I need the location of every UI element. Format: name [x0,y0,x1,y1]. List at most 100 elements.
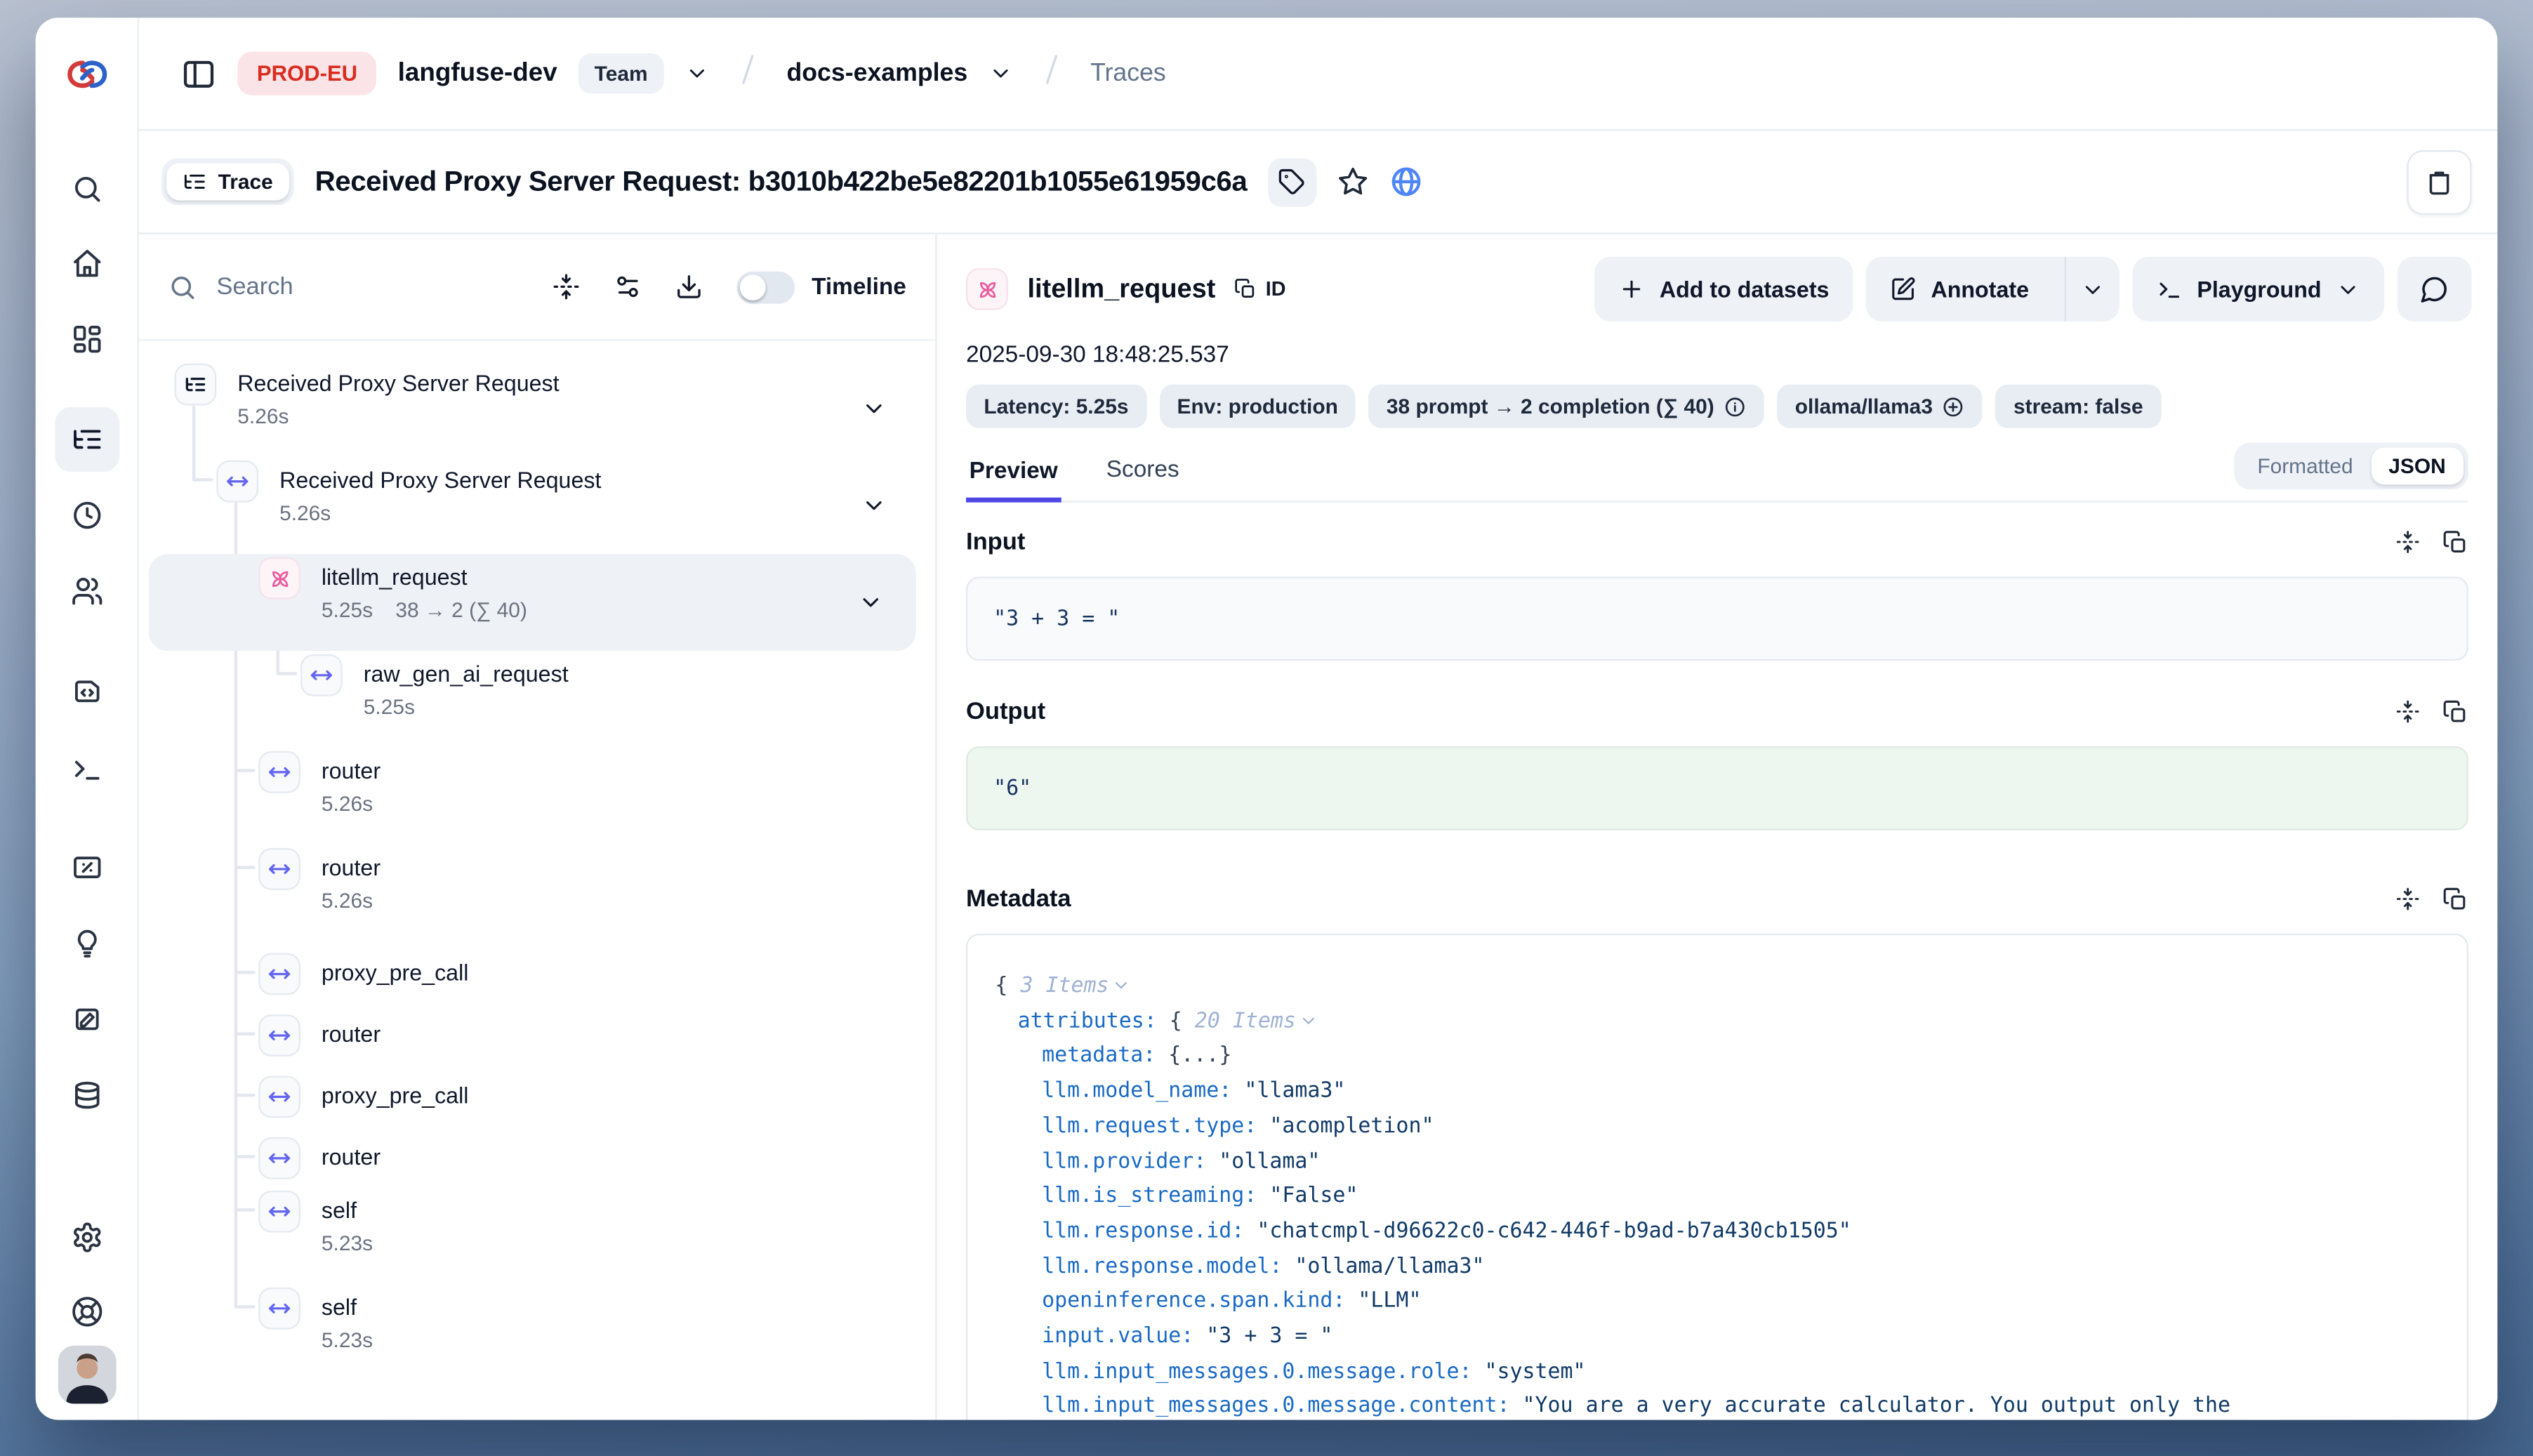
observation-badges: Latency: 5.25s Env: production 38 prompt… [937,369,2498,428]
sidebar-item-evaluators[interactable] [59,916,114,971]
fold-vertical-icon[interactable] [2395,699,2420,724]
format-formatted-option[interactable]: Formatted [2240,447,2371,484]
copy-id-button[interactable]: ID [1235,278,1285,300]
copy-icon[interactable] [2442,886,2468,912]
annotate-dropdown-button[interactable] [2065,257,2119,322]
project-name[interactable]: docs-examples [786,59,967,88]
section-name[interactable]: Traces [1090,59,1166,88]
sidebar-item-dashboards[interactable] [59,312,114,366]
tab-scores[interactable]: Scores [1103,447,1182,501]
tree-search[interactable] [168,272,410,303]
delete-trace-button[interactable] [2407,150,2472,214]
tree-row-trace-root[interactable]: Received Proxy Server Request5.26s [139,360,935,457]
format-toggle: Formatted JSON [2235,442,2468,489]
timeline-toggle[interactable] [737,270,795,303]
fold-vertical-icon[interactable] [2395,887,2420,911]
org-switcher[interactable] [685,61,710,86]
sidebar-item-users[interactable] [59,564,114,618]
collapse-all-button[interactable] [553,273,581,300]
span-icon [258,1014,300,1057]
playground-button[interactable]: Playground [2132,257,2384,322]
output-value: "6" [966,746,2468,830]
sidebar-item-settings[interactable] [59,1210,114,1264]
user-avatar[interactable] [58,1346,116,1404]
sidebar-item-annotation[interactable] [59,992,114,1047]
row-duration: 5.25s [322,596,373,625]
chevron-down-icon[interactable] [861,493,887,519]
tree-row-span[interactable]: router [139,1003,935,1064]
tree-row-span[interactable]: router5.26s [139,845,935,941]
tree-row-span[interactable]: proxy_pre_call [139,1064,935,1125]
tree-row-span[interactable]: router [139,1126,935,1187]
sidebar-item-search[interactable] [59,161,114,216]
chevron-down-icon [2081,277,2105,302]
org-logo[interactable] [36,18,138,131]
breadcrumb: PROD-EU langfuse-dev Team docs-examples … [139,18,2497,131]
trace-tree-panel: Timeline Received Proxy Server Request5.… [139,234,937,1420]
span-icon [258,1191,300,1233]
sidebar-item-scores[interactable] [59,840,114,895]
row-label: router [322,755,381,787]
chevron-down-icon[interactable] [858,590,884,616]
search-icon [70,173,102,205]
tree-row-span[interactable]: self5.23s [139,1284,935,1381]
latency-badge: Latency: 5.25s [966,385,1146,428]
sidebar-item-prompts[interactable] [59,664,114,719]
span-icon [258,1137,300,1179]
bookmark-button[interactable] [1337,166,1368,197]
project-switcher[interactable] [988,61,1013,86]
sidebar-item-sessions[interactable] [59,488,114,543]
fold-vertical-icon[interactable] [2395,530,2420,555]
star-icon [1337,166,1368,197]
row-duration: 5.26s [237,402,289,431]
json-line: llm.request.type: "acompletion" [991,1109,2445,1144]
span-icon [300,654,343,696]
download-icon [676,273,703,300]
span-icon [258,953,300,995]
preview-content[interactable]: Input "3 + 3 = " Output "6" [937,503,2498,1420]
copy-icon[interactable] [2442,529,2468,555]
id-label: ID [1266,278,1286,300]
sidebar-item-home[interactable] [59,236,114,291]
span-icon [258,848,300,890]
download-button[interactable] [676,273,703,300]
add-to-datasets-button[interactable]: Add to datasets [1595,257,1853,322]
public-visibility-button[interactable] [1389,165,1423,199]
search-input[interactable] [213,272,411,303]
tree-row-litellm-request-selected[interactable]: litellm_request 5.25s 38 → 2 (∑ 40) [149,554,916,651]
org-name[interactable]: langfuse-dev [398,59,557,88]
tree-row-span[interactable]: router5.26s [139,748,935,845]
annotate-button[interactable]: Annotate [1866,257,2050,322]
tree-row-span[interactable]: Received Proxy Server Request5.26s [139,457,935,554]
plus-circle-icon[interactable] [1943,395,1965,418]
input-heading: Input [966,528,1025,555]
expand-chevron-icon[interactable] [1112,976,1132,995]
comments-button[interactable] [2398,257,2472,322]
copy-icon[interactable] [2442,699,2468,724]
sidebar-item-support[interactable] [59,1284,114,1339]
tab-preview[interactable]: Preview [966,449,1061,503]
format-json-option[interactable]: JSON [2371,447,2463,484]
sidebar-item-playground[interactable] [59,741,114,796]
sidebar-item-datasets[interactable] [59,1068,114,1123]
plus-icon [1619,276,1645,302]
tags-button[interactable] [1268,157,1316,206]
app-window: PROD-EU langfuse-dev Team docs-examples … [36,18,2498,1419]
file-code-icon [70,675,102,708]
chevron-down-icon[interactable] [861,396,887,422]
tree-settings-button[interactable] [614,273,642,300]
tree-row-span[interactable]: proxy_pre_call [139,941,935,1002]
dashboard-grid-icon [70,323,102,355]
row-label: litellm_request [322,560,527,593]
span-icon [258,1076,300,1118]
row-duration: 5.26s [322,887,373,915]
tree-row-span[interactable]: self5.23s [139,1187,935,1284]
lightbulb-icon [70,927,102,960]
row-token-usage: 38 → 2 (∑ 40) [395,596,527,625]
annotate-split-button: Annotate [1866,257,2119,322]
tree-row-span[interactable]: raw_gen_ai_request5.25s [139,651,935,748]
sidebar-toggle-button[interactable] [181,55,217,91]
expand-chevron-icon[interactable] [1299,1011,1318,1031]
sidebar-item-tracing[interactable] [54,407,119,472]
info-icon[interactable] [1724,395,1747,418]
